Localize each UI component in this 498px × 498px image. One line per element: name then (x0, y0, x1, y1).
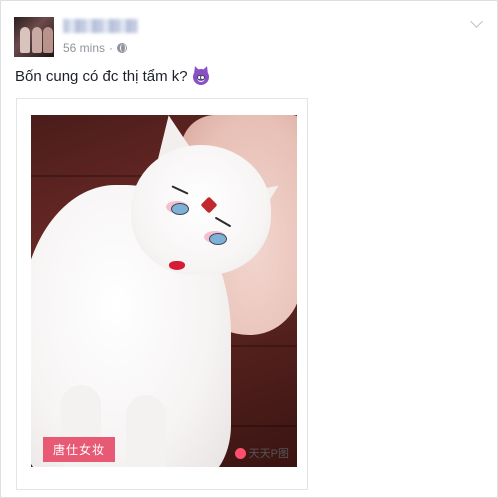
post-text: Bốn cung có đc thị tẩm k? (15, 68, 209, 85)
watermark-label: 天天P图 (248, 448, 289, 460)
chevron-down-icon[interactable] (470, 15, 483, 28)
photo-filter-tag: 唐仕女妆 (43, 437, 116, 462)
watermark-logo-icon (234, 447, 246, 459)
author-avatar[interactable] (14, 17, 54, 57)
cat-paw (126, 395, 166, 467)
post-photo[interactable]: 唐仕女妆 天天P图 (31, 115, 297, 467)
cat-lips (169, 261, 185, 270)
avatar-figure (20, 27, 30, 53)
photo-watermark: 天天P图 (234, 445, 289, 461)
cat-eye (171, 203, 189, 215)
post-message: Bốn cung có đc thị tẩm k? (15, 68, 188, 85)
author-name-blurred[interactable] (63, 19, 138, 33)
post-timestamp[interactable]: 56 mins (63, 41, 105, 55)
cat-eye (209, 233, 227, 245)
avatar-figure (43, 27, 53, 53)
globe-icon[interactable] (117, 43, 128, 53)
post-meta: 56 mins · (63, 41, 128, 55)
post-card: 56 mins · Bốn cung có đc thị tẩm k? 唐仕女妆… (0, 0, 498, 498)
post-photo-frame[interactable]: 唐仕女妆 天天P图 (16, 98, 308, 490)
cat-head-shape (131, 145, 271, 275)
meta-separator: · (109, 41, 114, 55)
smiling-devil-icon (192, 68, 209, 85)
avatar-figure (32, 27, 42, 53)
